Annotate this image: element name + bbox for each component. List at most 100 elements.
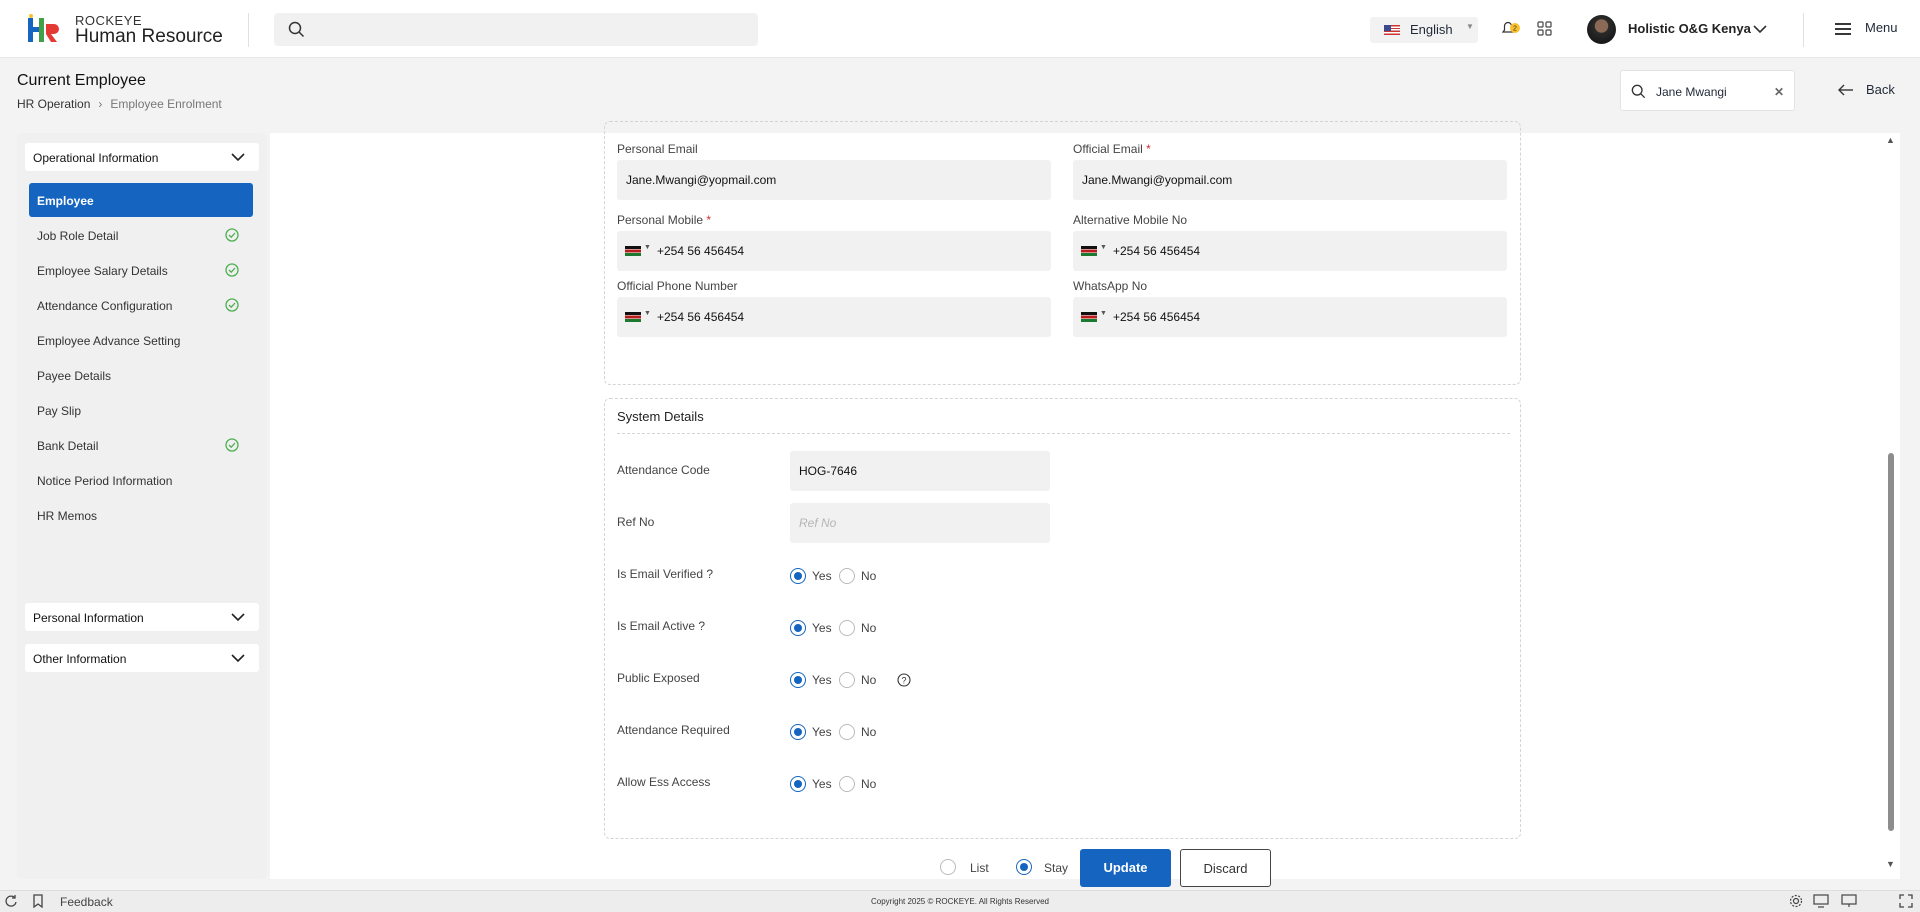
chevron-down-icon[interactable] [1752, 21, 1768, 37]
accordion-label: Personal Information [33, 611, 144, 625]
sidebar-item-label: Pay Slip [37, 404, 82, 418]
sidebar-item-label: Notice Period Information [37, 474, 173, 488]
clear-icon[interactable]: ✕ [1774, 85, 1784, 99]
personal-mobile-field[interactable]: ▼ +254 56 456454 [617, 231, 1051, 271]
scroll-down-icon[interactable]: ▼ [1886, 859, 1895, 869]
settings-gear-icon[interactable] [1789, 894, 1803, 908]
user-avatar[interactable] [1587, 15, 1616, 44]
toggle-label: Is Email Active ? [617, 619, 706, 633]
sidebar-item[interactable]: Job Role Detail [29, 218, 253, 252]
global-search-input[interactable] [274, 13, 758, 46]
yes-label: Yes [812, 621, 832, 635]
official-phone-label: Official Phone Number [617, 279, 738, 293]
divider [617, 433, 1510, 434]
brand-title: Human Resource [75, 26, 223, 47]
search-icon [288, 21, 305, 38]
us-flag-icon [1384, 25, 1400, 35]
chevron-down-icon [231, 613, 245, 622]
no-radio[interactable] [839, 776, 855, 792]
breadcrumb-link[interactable]: HR Operation [17, 97, 90, 111]
yes-radio[interactable] [790, 568, 806, 584]
caret-down-icon: ▼ [644, 244, 651, 251]
toggle-label: Attendance Required [617, 723, 730, 737]
chevron-down-icon [231, 153, 245, 162]
apps-grid-icon[interactable] [1537, 21, 1552, 36]
accordion-operational-information[interactable]: Operational Information [25, 143, 259, 171]
fullscreen-icon[interactable] [1899, 894, 1913, 908]
back-label: Back [1866, 82, 1895, 97]
yes-radio[interactable] [790, 776, 806, 792]
menu-button[interactable]: Menu [1865, 20, 1898, 35]
no-label: No [861, 777, 877, 791]
breadcrumb: HR Operation › Employee Enrolment [17, 97, 222, 111]
screen-share-icon[interactable] [1841, 894, 1857, 908]
check-circle-icon [225, 228, 239, 242]
sidebar-item-label: Bank Detail [37, 439, 99, 453]
kenya-flag-icon[interactable] [1081, 312, 1097, 322]
chevron-down-icon [231, 654, 245, 663]
sidebar-item[interactable]: Employee [29, 183, 253, 217]
yes-radio[interactable] [790, 672, 806, 688]
stay-radio[interactable] [1016, 859, 1032, 875]
attendance-code-field[interactable]: HOG-7646 [790, 451, 1050, 491]
divider [1803, 13, 1804, 47]
ref-no-field[interactable]: Ref No [790, 503, 1050, 543]
accordion-personal-information[interactable]: Personal Information [25, 603, 259, 631]
update-button[interactable]: Update [1080, 849, 1171, 887]
scrollbar-thumb[interactable] [1888, 453, 1894, 831]
sidebar-item[interactable]: Employee Advance Setting [29, 323, 253, 357]
help-icon[interactable]: ? [897, 673, 911, 687]
ref-no-label: Ref No [617, 515, 655, 529]
yes-radio[interactable] [790, 724, 806, 740]
no-radio[interactable] [839, 724, 855, 740]
vertical-scrollbar[interactable]: ▲ ▼ [1884, 133, 1900, 879]
sidebar-item-label: HR Memos [37, 509, 98, 523]
hamburger-menu-icon[interactable] [1834, 21, 1852, 37]
sidebar-item[interactable]: Attendance Configuration [29, 288, 253, 322]
sidebar-item-label: Employee Salary Details [37, 264, 168, 278]
sidebar-item[interactable]: Bank Detail [29, 428, 253, 462]
kenya-flag-icon[interactable] [1081, 246, 1097, 256]
sidebar-item[interactable]: Employee Salary Details [29, 253, 253, 287]
arrow-left-icon [1838, 84, 1853, 96]
notification-bell-icon[interactable]: 2 [1500, 19, 1522, 37]
sidebar-item[interactable]: Payee Details [29, 358, 253, 392]
caret-down-icon: ▼ [1466, 22, 1474, 31]
no-radio[interactable] [839, 672, 855, 688]
kenya-flag-icon[interactable] [625, 246, 641, 256]
employee-search-input[interactable]: Jane Mwangi ✕ [1620, 70, 1795, 111]
search-icon [1631, 84, 1646, 99]
language-select[interactable]: English ▼ [1370, 17, 1478, 43]
sidebar-item[interactable]: Notice Period Information [29, 463, 253, 497]
official-email-field[interactable]: Jane.Mwangi@yopmail.com [1073, 160, 1507, 200]
no-radio[interactable] [839, 568, 855, 584]
yes-label: Yes [812, 569, 832, 583]
whatsapp-label: WhatsApp No [1073, 279, 1148, 293]
sidebar-item-label: Job Role Detail [37, 229, 119, 243]
accordion-other-information[interactable]: Other Information [25, 644, 259, 672]
user-name[interactable]: Holistic O&G Kenya [1628, 21, 1751, 36]
official-email-label: Official Email * [1073, 142, 1151, 156]
no-label: No [861, 621, 877, 635]
personal-email-field[interactable]: Jane.Mwangi@yopmail.com [617, 160, 1051, 200]
discard-button[interactable]: Discard [1180, 849, 1271, 887]
list-radio[interactable] [940, 859, 956, 875]
yes-radio[interactable] [790, 620, 806, 636]
sidebar-item[interactable]: HR Memos [29, 498, 253, 532]
sidebar: Operational Information Employee Job Role… [17, 133, 267, 879]
sidebar-item[interactable]: Pay Slip [29, 393, 253, 427]
no-radio[interactable] [839, 620, 855, 636]
notification-count: 2 [1513, 26, 1517, 33]
caret-down-icon: ▼ [1100, 310, 1107, 317]
monitor-icon[interactable] [1813, 894, 1829, 908]
kenya-flag-icon[interactable] [625, 312, 641, 322]
contact-section: Personal Email Jane.Mwangi@yopmail.com O… [604, 121, 1521, 385]
official-phone-field[interactable]: ▼ +254 56 456454 [617, 297, 1051, 337]
alt-mobile-field[interactable]: ▼ +254 56 456454 [1073, 231, 1507, 271]
whatsapp-field[interactable]: ▼ +254 56 456454 [1073, 297, 1507, 337]
footer: Feedback Copyright 2025 © ROCKEYE. All R… [0, 890, 1920, 912]
attendance-code-label: Attendance Code [617, 463, 710, 477]
divider [248, 13, 249, 47]
scroll-up-icon[interactable]: ▲ [1886, 135, 1895, 145]
section-title: System Details [617, 409, 704, 424]
